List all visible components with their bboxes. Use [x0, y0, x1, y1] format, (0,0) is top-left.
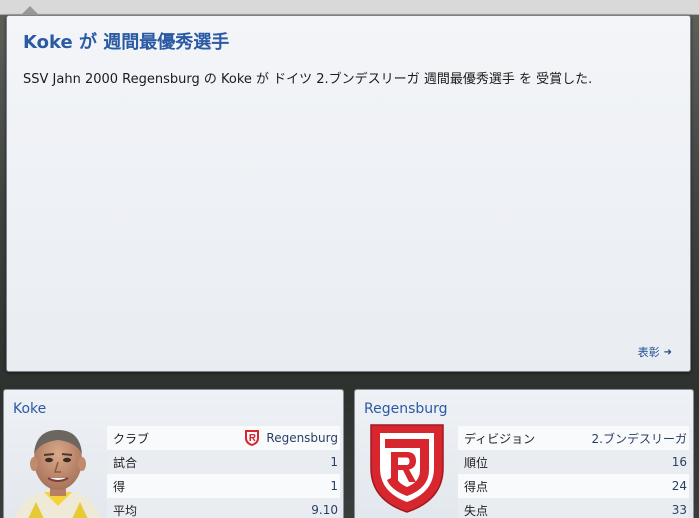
- stat-value: 9.10: [311, 503, 338, 517]
- stat-label: ディビジョン: [464, 431, 536, 446]
- stat-row-position: 順位 16: [458, 450, 689, 474]
- collapse-notch-icon[interactable]: [22, 6, 38, 14]
- regensburg-crest-icon: [245, 430, 260, 446]
- player-card: Koke クラブ Regensburg 試合 1 得 1 平均 9.10: [3, 389, 344, 518]
- stat-row-matches: 試合 1: [107, 450, 340, 474]
- club-stats-table: ディビジョン 2.ブンデスリーガ 順位 16 得点 24 失点 33: [458, 426, 689, 518]
- stat-label: 順位: [464, 455, 489, 470]
- stat-value: Regensburg: [266, 431, 338, 445]
- division-link[interactable]: 2.ブンデスリーガ: [592, 430, 687, 447]
- news-body: SSV Jahn 2000 Regensburg の Koke が ドイツ 2.…: [23, 72, 593, 87]
- club-link[interactable]: Regensburg: [244, 429, 338, 447]
- stat-value: 33: [671, 503, 687, 517]
- stat-value: 24: [671, 479, 687, 493]
- player-photo: [14, 430, 102, 518]
- stat-label: 試合: [113, 455, 138, 470]
- regensburg-crest-icon: [370, 424, 444, 513]
- player-stats-table: クラブ Regensburg 試合 1 得 1 平均 9.10: [107, 426, 340, 518]
- top-strip: [0, 0, 699, 15]
- stat-row-goals: 得 1: [107, 474, 340, 498]
- stat-value: 16: [671, 455, 687, 469]
- awards-link[interactable]: 表彰 ➜: [638, 344, 672, 360]
- stat-row-division: ディビジョン 2.ブンデスリーガ: [458, 426, 689, 450]
- stat-value: 1: [330, 479, 338, 493]
- stat-row-goals-for: 得点 24: [458, 474, 689, 498]
- club-name-link[interactable]: Regensburg: [364, 401, 448, 417]
- awards-link-label: 表彰: [637, 346, 660, 359]
- player-name-link[interactable]: Koke: [13, 401, 46, 417]
- stat-label: 得点: [464, 479, 489, 494]
- stat-label: クラブ: [113, 431, 150, 446]
- stat-row-goals-against: 失点 33: [458, 498, 689, 518]
- stat-label: 失点: [464, 503, 489, 518]
- stat-label: 平均: [113, 503, 138, 518]
- club-card: Regensburg ディビジョン 2.ブンデスリーガ 順位 16 得点 24 …: [354, 389, 694, 518]
- stat-value: 1: [330, 455, 338, 469]
- stat-label: 得: [113, 479, 126, 494]
- news-panel: Koke が 週間最優秀選手 SSV Jahn 2000 Regensburg …: [6, 15, 691, 372]
- stat-row-club: クラブ Regensburg: [107, 426, 340, 450]
- stat-row-average: 平均 9.10: [107, 498, 340, 518]
- arrow-right-icon: ➜: [663, 346, 672, 358]
- news-title: Koke が 週間最優秀選手: [23, 32, 230, 53]
